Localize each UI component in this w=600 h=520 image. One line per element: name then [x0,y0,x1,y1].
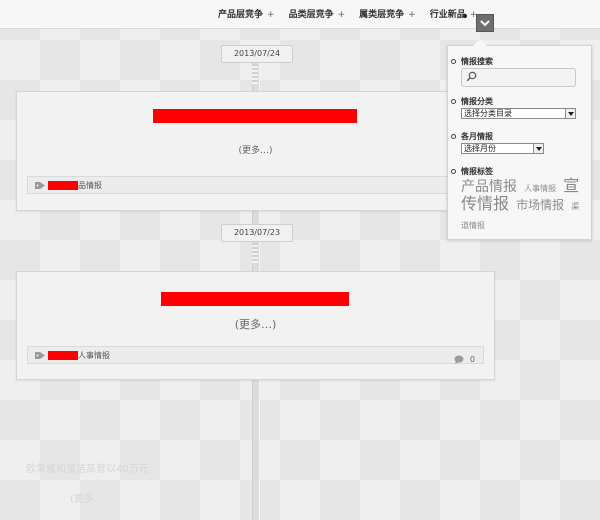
timeline-connector [252,243,258,263]
date-tag: 2013/07/23 [221,224,293,242]
post-title-redacted[interactable] [153,109,357,123]
category-select[interactable]: 选择分类目录 [461,108,576,119]
nav-item-new-products[interactable]: 行业新品 + [430,7,478,20]
monthly-section-title: 各月情报 [461,132,493,141]
post-meta: 品情报 [27,176,484,194]
tag-icon [35,182,45,189]
post-tag-label[interactable]: 人事情报 [78,347,110,364]
search-section-title: 情报搜索 [461,57,493,66]
tag-name-redacted[interactable] [48,181,78,190]
nav-item-product-competition[interactable]: 产品层竞争 + [218,7,275,20]
read-more-link[interactable]: (更多…) [17,143,494,156]
search-icon [466,71,477,82]
panel-toggle-button[interactable] [476,14,494,32]
search-input[interactable] [461,68,576,87]
tag-name-redacted[interactable] [48,351,78,360]
comment-count-value: 0 [469,355,475,364]
sidebar-panel: 情报搜索 情报分类 选择分类目录 各月情报 选择月份 情报标签 产品情报 人事情… [447,39,592,240]
post-meta: 人事情报 0 [27,346,484,364]
nav-item-category-competition[interactable]: 品类层竞争 + [289,7,346,20]
dropdown-caret-icon [565,109,575,118]
tag-icon [35,352,45,359]
post-title-redacted[interactable] [161,292,349,306]
nav-item-genus-competition[interactable]: 属类层竞争 + [359,7,416,20]
month-select[interactable]: 选择月份 [461,143,544,154]
tag-link-market[interactable]: 市场情报 [516,198,564,212]
category-select-value: 选择分类目录 [464,109,512,118]
timeline-connector [252,64,258,84]
category-section-title: 情报分类 [461,97,493,106]
post-card: (更多…) 人事情报 0 [16,271,495,380]
post-tag-label[interactable]: 品情报 [78,177,102,194]
post-card: (更多…) 品情报 [16,91,495,211]
comment-count[interactable]: 0 [454,351,475,368]
read-more-link[interactable]: (更多…) [17,316,494,332]
chevron-down-icon [480,20,490,27]
faded-post-title: 欧莱雅和宝洁高管以40万元 [26,464,149,475]
tag-link-product[interactable]: 产品情报 [461,179,517,195]
bullet-icon [451,169,456,174]
panel-arrow [473,39,487,46]
dropdown-caret-icon [533,144,543,153]
faded-read-more: (更多 [70,494,94,505]
bullet-icon [451,134,456,139]
tag-cloud: 产品情报 人事情报 宣传情报 市场情报 渠道情报 [461,176,586,232]
tags-section-title: 情报标签 [461,167,493,176]
nav-dot-icon [463,14,467,18]
month-select-value: 选择月份 [464,144,496,153]
main-nav: 产品层竞争 + 品类层竞争 + 属类层竞争 + 行业新品 + [218,7,477,20]
date-tag: 2013/07/24 [221,45,293,63]
comment-icon [454,355,464,364]
bullet-icon [451,59,456,64]
bullet-icon [451,99,456,104]
top-nav-bar: 产品层竞争 + 品类层竞争 + 属类层竞争 + 行业新品 + [0,0,600,32]
tag-link-personnel[interactable]: 人事情报 [524,184,556,193]
